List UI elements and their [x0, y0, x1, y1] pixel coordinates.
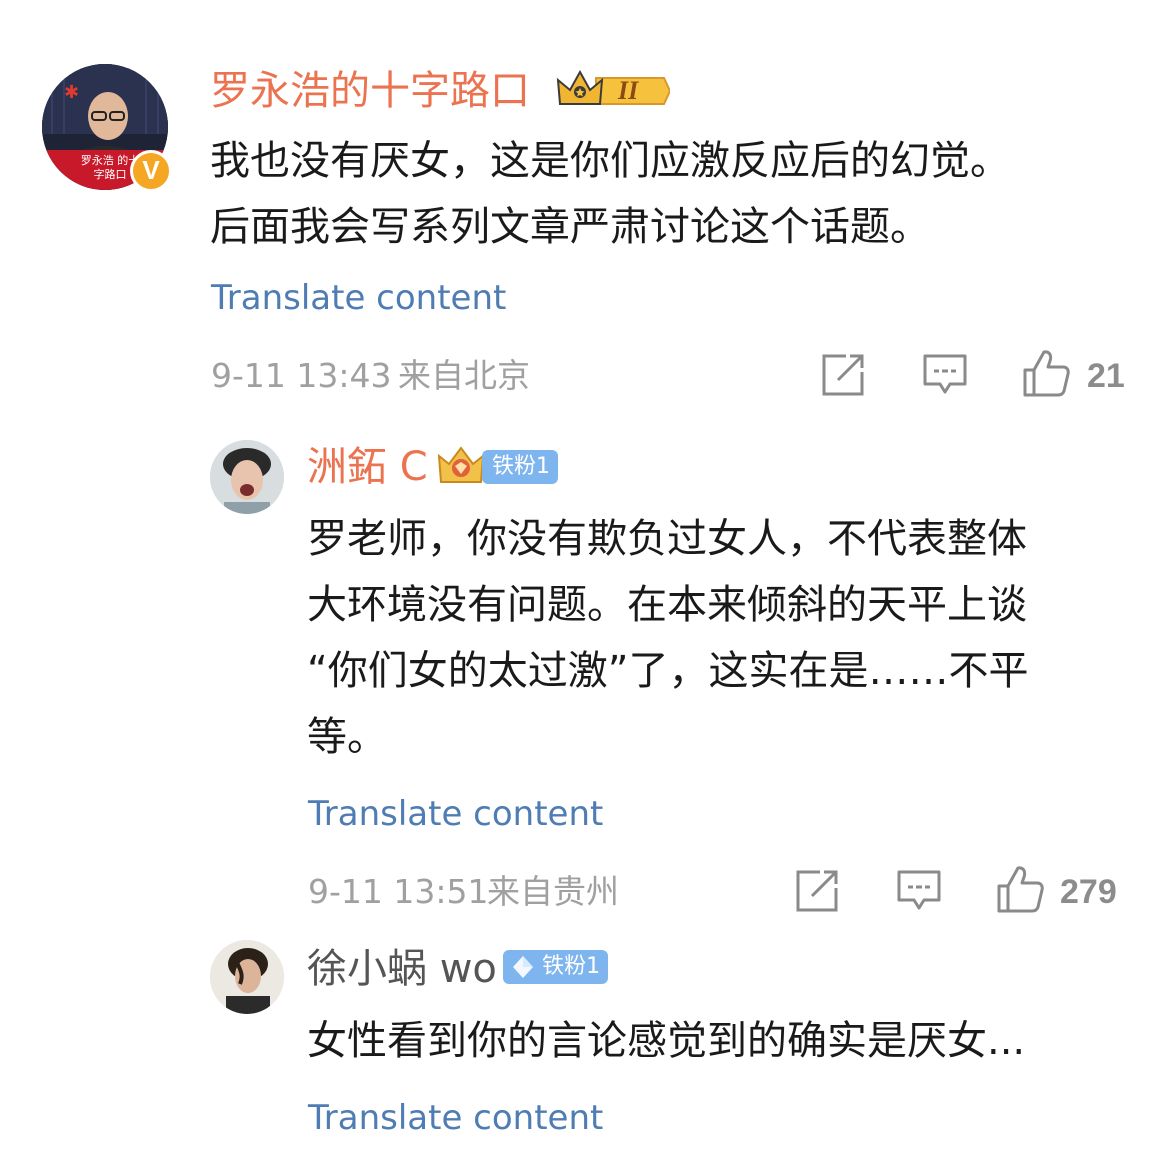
crown-vip-icon [556, 70, 670, 105]
diamond-icon [513, 955, 533, 978]
translate-link[interactable]: Translate content [308, 794, 603, 834]
reply-button[interactable] [922, 352, 968, 398]
share-icon [796, 870, 838, 912]
like-count: 279 [1060, 873, 1117, 911]
location: 来自北京 [398, 356, 530, 395]
vip-level-text: II [618, 76, 639, 105]
username[interactable]: 罗永浩的十字路口 [210, 66, 530, 116]
comment-text-line: 我也没有厌女，这是你们应激反应后的幻觉。 [210, 138, 1010, 184]
avatar-photo [210, 940, 284, 1014]
translate-link[interactable]: Translate content [211, 278, 506, 318]
avatar[interactable]: 罗永浩 的十字路口 ✱ V [42, 64, 172, 192]
vip-badge: II [556, 70, 670, 112]
like-count: 21 [1087, 357, 1125, 395]
like-icon [997, 866, 1044, 913]
timestamp: 9-11 13:51 [308, 872, 489, 911]
comment-text-line: 后面我会写系列文章严肃讨论这个话题。 [210, 204, 930, 250]
username[interactable]: 洲鉐 C [307, 442, 428, 492]
comment-text-line: 大环境没有问题。在本来倾斜的天平上谈 [307, 582, 1027, 628]
translate-link[interactable]: Translate content [308, 1098, 603, 1138]
avatar-image [210, 440, 284, 514]
avatar-image [210, 940, 284, 1014]
like-icon [1023, 350, 1070, 397]
share-button[interactable] [820, 352, 866, 398]
avatar-photo [210, 440, 284, 514]
fan-badge: 铁粉1 [503, 950, 609, 984]
comment-text-line: 罗老师，你没有欺负过女人，不代表整体 [307, 516, 1027, 562]
red-star-logo: ✱ [64, 82, 80, 103]
verified-v-icon: V [130, 150, 172, 192]
like-button[interactable] [1022, 348, 1070, 398]
comment-icon [897, 870, 941, 910]
fan-crown-icon [435, 444, 487, 488]
location: 来自贵州 [487, 872, 619, 911]
share-icon [822, 354, 864, 396]
fan-badge-label: 铁粉1 [542, 954, 601, 979]
username[interactable]: 徐小蜗 wo [307, 944, 497, 994]
comment-icon [923, 354, 967, 394]
reply-button[interactable] [896, 868, 942, 914]
comment-text-line: “你们女的太过激”了，这实在是……不平 [307, 648, 1029, 694]
avatar[interactable] [210, 440, 284, 514]
like-button[interactable] [996, 864, 1044, 914]
share-button[interactable] [794, 868, 840, 914]
fan-badge: 铁粉1 [482, 450, 558, 484]
avatar[interactable] [210, 940, 284, 1014]
comment-text-line: 等。 [307, 714, 387, 760]
timestamp: 9-11 13:43 [211, 356, 392, 395]
comment-text-line: 女性看到你的言论感觉到的确实是厌女... [307, 1018, 1026, 1064]
comment-thread: 罗永浩 的十字路口 ✱ V 罗永浩的十字路口 II 我也没有厌女，这是你们应激反… [0, 0, 1170, 1170]
